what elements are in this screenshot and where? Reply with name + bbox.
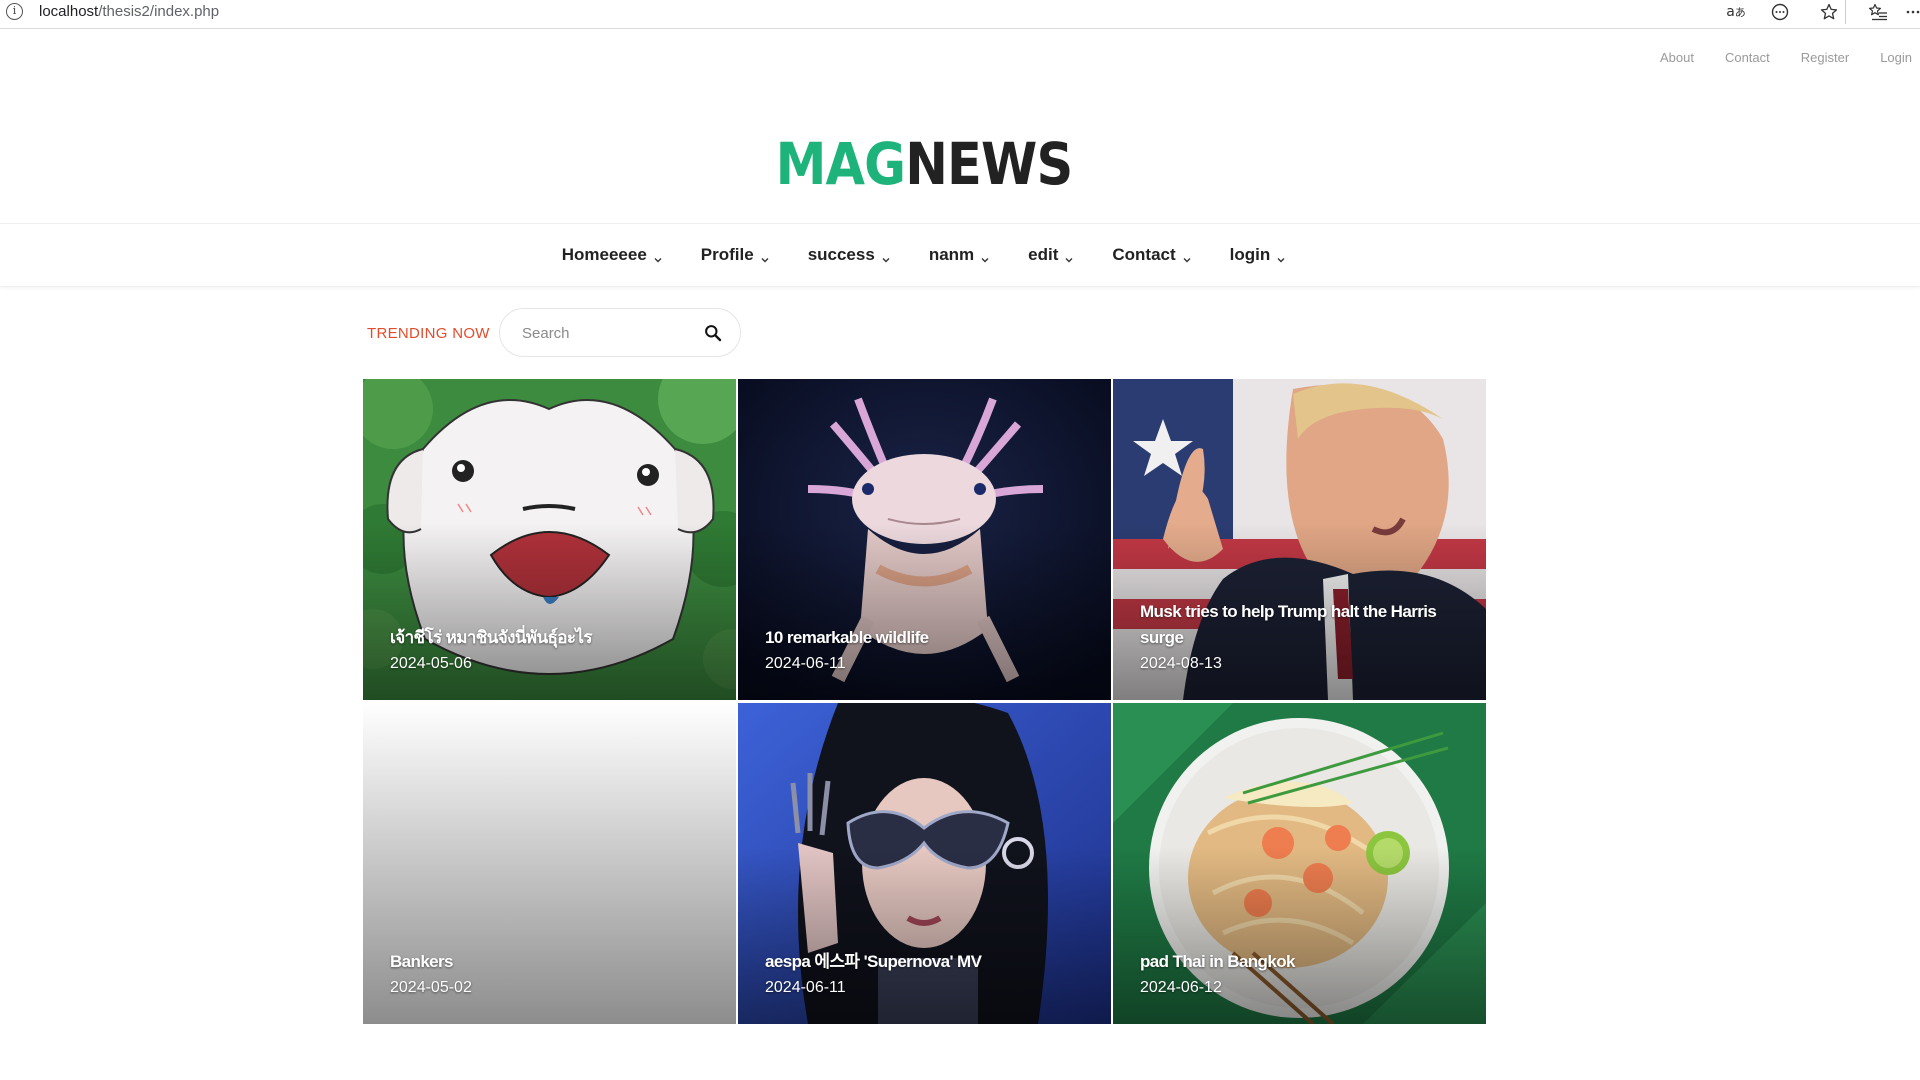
post-caption: aespa 에스파 'Supernova' MV 2024-06-11 [765,949,1091,1000]
address-url[interactable]: localhost/thesis2/index.php [39,3,219,20]
trending-bar: TRENDING NOW [367,308,741,357]
post-caption: Bankers 2024-05-02 [390,949,716,1000]
search-box [499,308,741,357]
chevron-down-icon [881,250,891,263]
top-link-register[interactable]: Register [1801,50,1849,65]
nav-label: Homeeeee [561,245,647,264]
url-path: /thesis2/index.php [98,3,220,20]
nav-item-profile[interactable]: Profile [701,245,770,265]
chevron-down-icon [760,250,770,263]
browser-toolbar-icons: aあ [1704,0,1920,24]
site-logo[interactable]: MAGNEWS [111,130,1737,198]
post-title[interactable]: aespa 에스파 'Supernova' MV [765,949,1091,975]
post-title[interactable]: pad Thai in Bangkok [1140,949,1466,975]
nav-item-login[interactable]: login [1230,245,1287,265]
chevron-down-icon [1182,250,1192,263]
top-link-login[interactable]: Login [1880,50,1912,65]
nav-item-nanm[interactable]: nanm [929,245,990,265]
post-card[interactable]: Bankers 2024-05-02 [363,703,736,1024]
read-aloud-icon[interactable]: aあ [1724,0,1748,24]
search-icon[interactable] [704,324,722,342]
url-host: localhost [39,3,99,20]
chevron-down-icon [653,250,663,263]
nav-label: Contact [1112,245,1176,264]
browser-address-bar: i localhost/thesis2/index.php aあ [0,0,1920,29]
post-title[interactable]: Bankers [390,949,716,975]
nav-label: success [807,245,875,264]
post-title[interactable]: Musk tries to help Trump halt the Harris… [1140,599,1466,651]
post-card[interactable]: 10 remarkable wildlife 2024-06-11 [738,379,1111,700]
nav-label: login [1229,245,1271,264]
post-caption: Musk tries to help Trump halt the Harris… [1140,599,1466,676]
post-title[interactable]: 10 remarkable wildlife [765,625,1091,651]
logo-news: NEWS [905,130,1073,198]
post-date: 2024-05-02 [390,979,472,996]
nav-label: nanm [928,245,975,264]
search-input[interactable] [522,323,692,343]
nav-item-success[interactable]: success [808,245,891,265]
nav-item-edit[interactable]: edit [1028,245,1074,265]
trending-now-label: TRENDING NOW [367,325,490,342]
main-nav: Homeeeee Profile success nanm edit Conta… [0,223,1920,287]
nav-label: Profile [700,245,754,264]
more-icon[interactable] [1906,0,1920,24]
post-date: 2024-06-11 [765,979,846,996]
chevron-down-icon [980,250,990,263]
more-circle-icon[interactable] [1768,0,1792,24]
post-caption: pad Thai in Bangkok 2024-06-12 [1140,949,1466,1000]
chevron-down-icon [1276,250,1286,263]
nav-item-homeeeee[interactable]: Homeeeee [562,245,663,265]
chevron-down-icon [1064,250,1074,263]
post-card[interactable]: aespa 에스파 'Supernova' MV 2024-06-11 [738,703,1111,1024]
trending-grid: เจ้าชีโร่ หมาชินจังนี่พันธุ์อะไร 2024-05… [363,379,1486,1024]
nav-label: edit [1028,245,1059,264]
nav-item-contact[interactable]: Contact [1112,245,1191,265]
top-link-contact[interactable]: Contact [1725,50,1770,65]
post-date: 2024-08-13 [1140,655,1222,672]
post-date: 2024-05-06 [390,655,472,672]
post-card[interactable]: pad Thai in Bangkok 2024-06-12 [1113,703,1486,1024]
top-link-about[interactable]: About [1660,50,1694,65]
favorite-star-icon[interactable] [1812,0,1846,24]
post-card[interactable]: เจ้าชีโร่ หมาชินจังนี่พันธุ์อะไร 2024-05… [363,379,736,700]
post-date: 2024-06-11 [765,655,846,672]
logo-mag: MAG [775,130,906,198]
post-caption: 10 remarkable wildlife 2024-06-11 [765,625,1091,676]
post-card[interactable]: Musk tries to help Trump halt the Harris… [1113,379,1486,700]
post-caption: เจ้าชีโร่ หมาชินจังนี่พันธุ์อะไร 2024-05… [390,625,716,676]
top-links: About Contact Register Login [1629,50,1912,65]
favorites-list-icon[interactable] [1866,0,1890,24]
post-title[interactable]: เจ้าชีโร่ หมาชินจังนี่พันธุ์อะไร [390,625,716,651]
post-date: 2024-06-12 [1140,979,1222,996]
info-icon[interactable]: i [6,3,23,20]
